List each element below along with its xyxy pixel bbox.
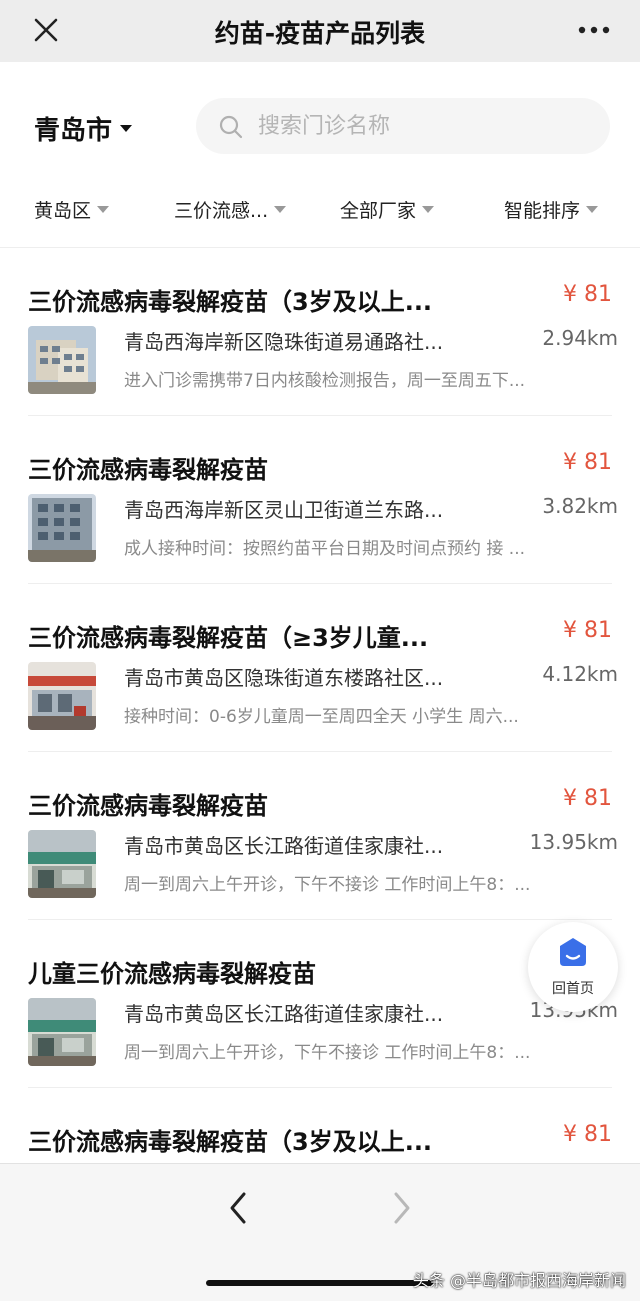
filter-label: 黄岛区 (34, 200, 92, 222)
vaccine-name: 儿童三价流感病毒裂解疫苗 (28, 960, 316, 988)
bottom-nav-bar: 头条 @半岛都市报西海岸新闻 (0, 1163, 640, 1301)
dropdown-triangle-icon (422, 206, 435, 213)
vaccine-name: 三价流感病毒裂解疫苗（3岁及以上... (28, 288, 433, 316)
filter-label: 三价流感... (174, 200, 269, 222)
more-icon (578, 26, 610, 34)
distance: 3.82km (542, 494, 618, 518)
clinic-photo (28, 830, 96, 898)
clinic-photo (28, 662, 96, 730)
vaccine-name: 三价流感病毒裂解疫苗（≥3岁儿童... (28, 624, 429, 652)
app-header: 约苗-疫苗产品列表 (0, 0, 640, 62)
filter-label: 智能排序 (504, 200, 581, 222)
vaccine-name: 三价流感病毒裂解疫苗 (28, 792, 268, 820)
clinic-note: 进入门诊需携带7日内核酸检测报告，周一至周五下... (124, 371, 526, 391)
search-input[interactable] (258, 106, 588, 146)
filter-manufacturer[interactable]: 全部厂家 (340, 196, 435, 223)
clinic-address: 青岛西海岸新区隐珠街道易通路社... (124, 330, 444, 354)
more-button[interactable] (574, 18, 614, 42)
filter-district[interactable]: 黄岛区 (34, 196, 110, 223)
vaccine-list: 三价流感病毒裂解疫苗（3岁及以上... ¥ 81 青岛西海岸新区隐珠街道易通路社… (0, 248, 640, 1163)
clinic-address: 青岛市黄岛区长江路街道佳家康社... (124, 834, 444, 858)
price: ¥ 81 (563, 618, 612, 643)
list-item[interactable]: 三价流感病毒裂解疫苗（3岁及以上... ¥ 81 青岛西海岸新区隐珠街道易通路社… (0, 248, 640, 416)
clinic-photo (28, 494, 96, 562)
clinic-note: 接种时间：0-6岁儿童周一至周四全天 小学生 周六... (124, 707, 519, 727)
filter-sort[interactable]: 智能排序 (504, 196, 599, 223)
forward-arrow-icon[interactable] (384, 1188, 420, 1228)
clinic-note: 周一到周六上午开诊，下午不接诊 工作时间上午8：... (124, 1043, 531, 1063)
search-box[interactable] (196, 98, 610, 154)
filter-label: 全部厂家 (340, 200, 417, 222)
list-item[interactable]: 三价流感病毒裂解疫苗（3岁及以上... ¥ 81 (0, 1088, 640, 1163)
back-arrow-icon[interactable] (220, 1188, 256, 1228)
price: ¥ 81 (563, 450, 612, 475)
page-title: 约苗-疫苗产品列表 (214, 19, 426, 48)
home-button[interactable]: 回首页 (528, 922, 618, 1012)
city-dropdown-icon (120, 125, 133, 132)
clinic-photo (28, 326, 96, 394)
clinic-address: 青岛市黄岛区隐珠街道东楼路社区... (124, 666, 444, 690)
dropdown-triangle-icon (586, 206, 599, 213)
search-bar-row: 青岛市 (0, 62, 640, 172)
dropdown-triangle-icon (97, 206, 110, 213)
clinic-address: 青岛市黄岛区长江路街道佳家康社... (124, 1002, 444, 1026)
price: ¥ 81 (563, 786, 612, 811)
distance: 13.95km (529, 830, 618, 854)
home-icon (560, 938, 586, 966)
clinic-note: 周一到周六上午开诊，下午不接诊 工作时间上午8：... (124, 875, 531, 895)
list-item[interactable]: 三价流感病毒裂解疫苗 ¥ 81 青岛市黄岛区长江路街道佳家康社... 13.95… (0, 752, 640, 920)
home-button-label: 回首页 (552, 981, 594, 997)
clinic-photo (28, 998, 96, 1066)
price: ¥ 81 (563, 1122, 612, 1147)
vaccine-name: 三价流感病毒裂解疫苗（3岁及以上... (28, 1128, 433, 1156)
city-selector[interactable]: 青岛市 (34, 110, 133, 147)
watermark-text: 头条 @半岛都市报西海岸新闻 (412, 1271, 626, 1290)
list-item[interactable]: 三价流感病毒裂解疫苗 ¥ 81 青岛西海岸新区灵山卫街道兰东路... 3.82k… (0, 416, 640, 584)
distance: 2.94km (542, 326, 618, 350)
price: ¥ 81 (563, 282, 612, 307)
clinic-note: 成人接种时间：按照约苗平台日期及时间点预约 接 ... (124, 539, 526, 559)
vaccine-name: 三价流感病毒裂解疫苗 (28, 456, 268, 484)
home-indicator (206, 1280, 434, 1286)
list-item[interactable]: 三价流感病毒裂解疫苗（≥3岁儿童... ¥ 81 青岛市黄岛区隐珠街道东楼路社区… (0, 584, 640, 752)
distance: 4.12km (542, 662, 618, 686)
filter-bar: 黄岛区 三价流感... 全部厂家 智能排序 (0, 172, 640, 248)
filter-vaccine[interactable]: 三价流感... (174, 196, 287, 223)
clinic-address: 青岛西海岸新区灵山卫街道兰东路... (124, 498, 444, 522)
search-icon (219, 115, 243, 139)
dropdown-triangle-icon (274, 206, 287, 213)
city-label: 青岛市 (34, 116, 113, 146)
